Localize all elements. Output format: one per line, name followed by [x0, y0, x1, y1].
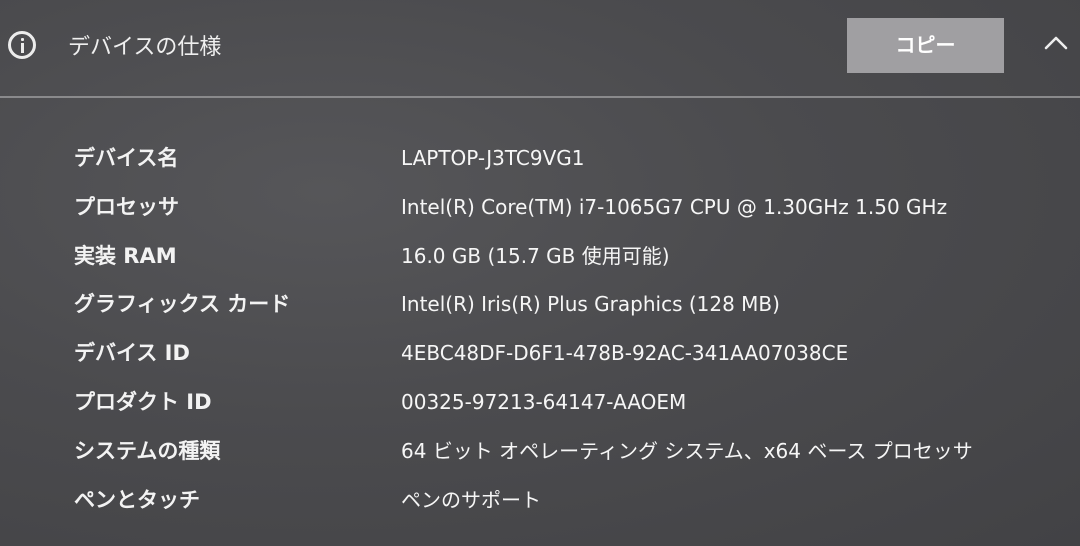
- device-specs-header[interactable]: デバイスの仕様 コピー: [0, 0, 1080, 96]
- spec-value: Intel(R) Iris(R) Plus Graphics (128 MB): [401, 292, 780, 317]
- spec-label: プロダクト ID: [74, 389, 212, 414]
- spec-row-ram: 実装 RAM 16.0 GB (15.7 GB 使用可能): [0, 233, 1080, 282]
- spec-value: 16.0 GB (15.7 GB 使用可能): [401, 243, 670, 268]
- spec-value: LAPTOP-J3TC9VG1: [401, 146, 585, 170]
- spec-row-pen-and-touch: ペンとタッチ ペンのサポート: [0, 477, 1080, 526]
- spec-value: ペンのサポート: [401, 487, 541, 512]
- divider: [0, 96, 1080, 98]
- spec-row-graphics-card: グラフィックス カード Intel(R) Iris(R) Plus Graphi…: [0, 281, 1080, 330]
- copy-button[interactable]: コピー: [847, 18, 1004, 73]
- spec-label: ペンとタッチ: [74, 487, 200, 512]
- spec-label: デバイス名: [74, 146, 179, 170]
- spec-value: 64 ビット オペレーティング システム、x64 ベース プロセッサ: [401, 438, 973, 463]
- spec-label: デバイス ID: [74, 341, 190, 366]
- spec-row-device-name: デバイス名 LAPTOP-J3TC9VG1: [0, 135, 1080, 184]
- spec-label: システムの種類: [74, 438, 221, 463]
- spec-row-device-id: デバイス ID 4EBC48DF-D6F1-478B-92AC-341AA070…: [0, 330, 1080, 379]
- spec-label: グラフィックス カード: [74, 292, 291, 317]
- spec-value: 00325-97213-64147-AAOEM: [401, 389, 687, 414]
- spec-row-processor: プロセッサ Intel(R) Core(TM) i7-1065G7 CPU @ …: [0, 184, 1080, 233]
- spec-label: 実装 RAM: [74, 243, 177, 268]
- spec-value: 4EBC48DF-D6F1-478B-92AC-341AA07038CE: [401, 341, 849, 366]
- spec-label: プロセッサ: [74, 194, 179, 219]
- spec-row-system-type: システムの種類 64 ビット オペレーティング システム、x64 ベース プロセ…: [0, 428, 1080, 477]
- section-title: デバイスの仕様: [68, 35, 222, 60]
- spec-list: デバイス名 LAPTOP-J3TC9VG1 プロセッサ Intel(R) Cor…: [0, 135, 1080, 525]
- spec-row-product-id: プロダクト ID 00325-97213-64147-AAOEM: [0, 379, 1080, 428]
- info-icon: [8, 31, 36, 59]
- chevron-up-icon[interactable]: [1043, 33, 1069, 51]
- spec-value: Intel(R) Core(TM) i7-1065G7 CPU @ 1.30GH…: [401, 194, 948, 219]
